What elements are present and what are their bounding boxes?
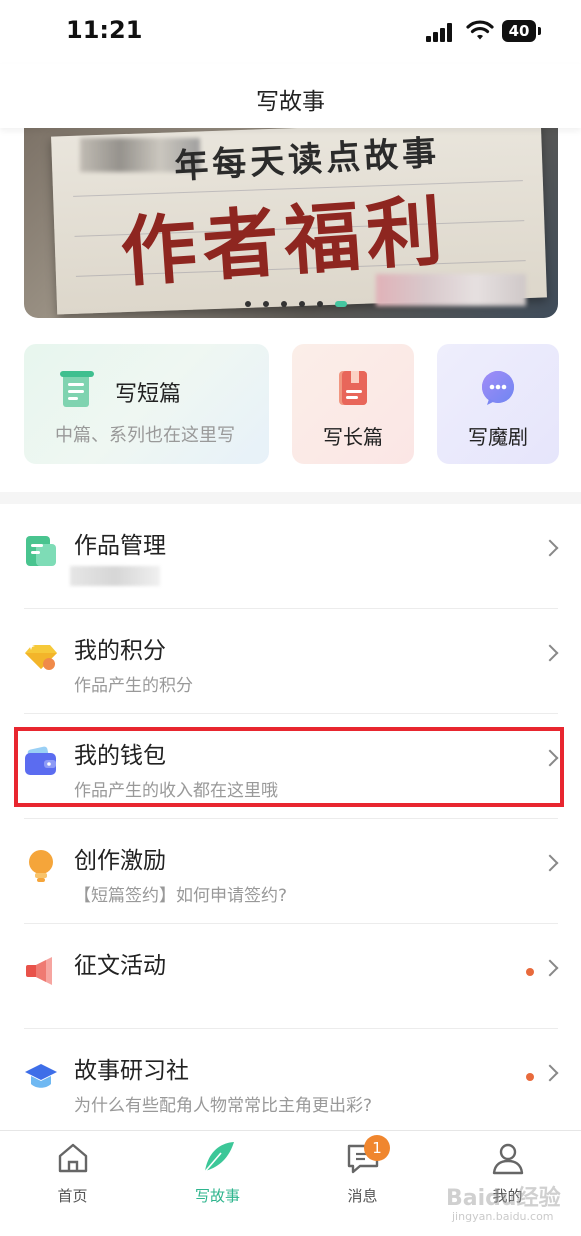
pagination-dot xyxy=(281,301,287,307)
diamond-points-icon xyxy=(25,642,57,670)
notification-dot xyxy=(526,968,534,976)
write-chat-drama-card[interactable]: 写魔剧 xyxy=(437,344,559,464)
menu-item-my-points[interactable]: 我的积分 作品产生的积分 xyxy=(24,609,559,714)
graduation-cap-icon xyxy=(25,1064,57,1088)
chevron-right-icon xyxy=(541,959,559,977)
menu-item-title: 创作激励 xyxy=(74,848,166,874)
menu-item-title: 故事研习社 xyxy=(74,1058,189,1084)
write-short-story-subtitle: 中篇、系列也在这里写 xyxy=(55,425,235,446)
tab-write-story[interactable]: 写故事 xyxy=(145,1131,290,1236)
menu-item-title: 我的积分 xyxy=(74,638,166,664)
page-title: 写故事 xyxy=(256,89,325,115)
feather-icon xyxy=(202,1142,234,1175)
navigation-bar: 写故事 xyxy=(0,64,581,128)
pagination-dot xyxy=(317,301,323,307)
menu-item-subtitle: 作品产生的积分 xyxy=(74,676,193,696)
message-badge: 1 xyxy=(364,1135,390,1161)
menu-item-subtitle: 为什么有些配角人物常常比主角更出彩? xyxy=(74,1096,373,1116)
section-divider xyxy=(0,492,581,504)
works-document-icon xyxy=(26,536,56,566)
baidu-watermark: Baidu经验 xyxy=(446,1186,561,1211)
profile-icon xyxy=(492,1143,524,1175)
chevron-right-icon xyxy=(541,644,559,662)
banner-pagination xyxy=(245,300,359,308)
menu-item-creation-incentive[interactable]: 创作激励 【短篇签约】如何申请签约? xyxy=(24,819,559,924)
pagination-dot-active xyxy=(335,301,347,307)
menu-item-subtitle: 【短篇签约】如何申请签约? xyxy=(74,886,288,906)
long-story-icon xyxy=(339,371,367,405)
tab-label: 首页 xyxy=(57,1187,88,1205)
megaphone-icon xyxy=(26,957,52,985)
short-story-icon xyxy=(60,371,94,407)
chevron-right-icon xyxy=(541,539,559,557)
home-icon xyxy=(58,1143,88,1173)
status-bar: 11:21 40 xyxy=(0,0,581,64)
status-time: 11:21 xyxy=(66,16,143,44)
pagination-dot xyxy=(299,301,305,307)
menu-item-blurred-subtitle xyxy=(70,566,160,586)
tab-messages[interactable]: 消息 xyxy=(290,1131,435,1236)
chevron-right-icon xyxy=(541,854,559,872)
battery-icon: 40 xyxy=(502,20,536,42)
menu-item-title: 征文活动 xyxy=(74,953,166,979)
chat-drama-icon xyxy=(482,371,514,405)
battery-cap xyxy=(538,27,541,35)
cellular-signal-icon xyxy=(426,22,456,42)
baidu-watermark-url: jingyan.baidu.com xyxy=(452,1210,554,1223)
wifi-icon xyxy=(466,20,494,40)
menu-item-writing-contest[interactable]: 征文活动 xyxy=(24,924,559,1029)
menu-item-works-management[interactable]: 作品管理 xyxy=(24,504,559,609)
highlight-box xyxy=(14,727,564,807)
write-chat-drama-title: 写魔剧 xyxy=(468,425,528,449)
menu-item-story-workshop[interactable]: 故事研习社 为什么有些配角人物常常比主角更出彩? xyxy=(24,1029,559,1133)
write-long-story-title: 写长篇 xyxy=(323,425,383,449)
pagination-dot xyxy=(263,301,269,307)
chevron-right-icon xyxy=(541,1064,559,1082)
bulb-icon xyxy=(29,850,53,882)
write-short-story-title: 写短篇 xyxy=(115,382,182,407)
write-long-story-card[interactable]: 写长篇 xyxy=(292,344,414,464)
tab-home[interactable]: 首页 xyxy=(0,1131,145,1236)
pagination-dot xyxy=(245,301,251,307)
menu-item-title: 作品管理 xyxy=(74,533,166,559)
write-short-story-card[interactable]: 写短篇 中篇、系列也在这里写 xyxy=(24,344,269,464)
tab-label: 消息 xyxy=(347,1187,378,1205)
tab-label: 写故事 xyxy=(194,1187,240,1205)
banner-blurred-label xyxy=(376,274,526,306)
promo-banner[interactable]: 年每天读点故事 作者福利 xyxy=(24,128,558,318)
notification-dot xyxy=(526,1073,534,1081)
